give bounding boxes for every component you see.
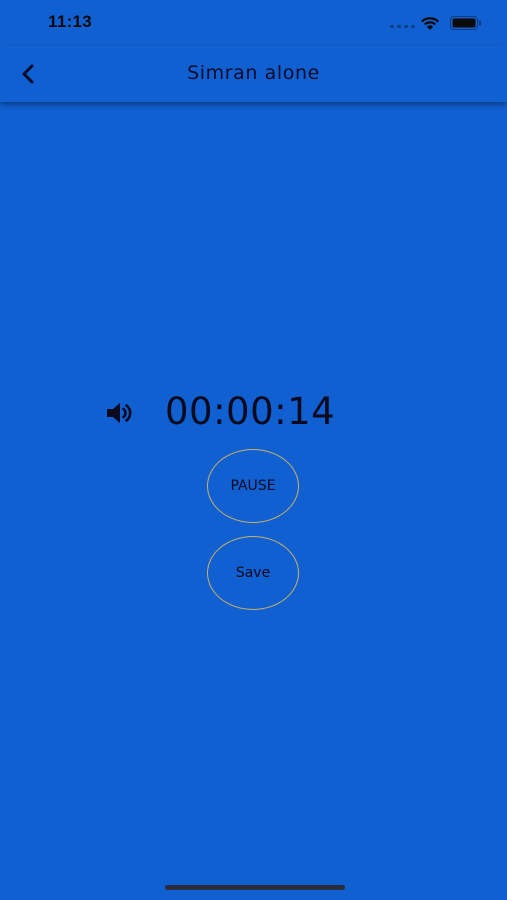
elapsed-timer: 00:00:14 <box>165 390 336 433</box>
wifi-icon <box>421 17 439 30</box>
pause-button[interactable]: PAUSE <box>207 449 299 523</box>
save-button[interactable]: Save <box>207 536 299 610</box>
speaker-icon[interactable] <box>105 400 135 426</box>
home-indicator <box>165 885 345 890</box>
battery-icon <box>450 16 481 30</box>
signal-dots-icon <box>390 25 415 29</box>
navigation-bar: Simran alone <box>0 46 507 102</box>
status-bar: 11:13 <box>0 0 507 46</box>
status-time: 11:13 <box>48 12 93 31</box>
timer-row: 00:00:14 <box>0 390 507 438</box>
page-title: Simran alone <box>187 62 320 84</box>
